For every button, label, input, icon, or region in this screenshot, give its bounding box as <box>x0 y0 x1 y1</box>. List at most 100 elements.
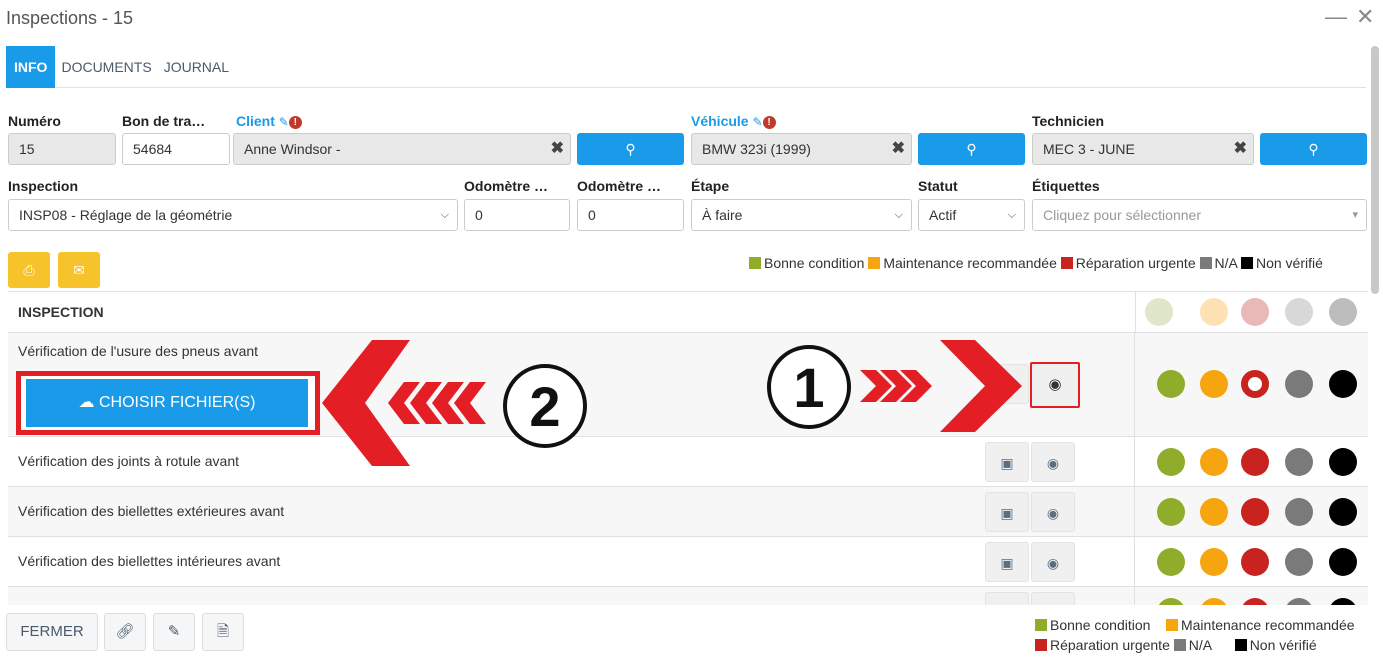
status-dot-maintenance[interactable] <box>1200 548 1228 576</box>
photo-button[interactable]: ◉ <box>1031 492 1075 532</box>
status-dot-urgent[interactable] <box>1241 548 1269 576</box>
status-dot-urgent-selected[interactable] <box>1241 370 1269 398</box>
status-dot-na[interactable] <box>1285 548 1313 576</box>
edit-button[interactable]: ✎ <box>153 613 195 651</box>
status-dot-maintenance-faded <box>1200 298 1228 326</box>
client-search-button[interactable]: ⚲ <box>577 133 684 165</box>
minimize-button[interactable]: — <box>1325 6 1347 28</box>
status-dot-unverified[interactable] <box>1329 548 1357 576</box>
status-dot-good[interactable] <box>1157 548 1185 576</box>
camera-button-highlighted[interactable]: ◉ <box>1030 362 1080 408</box>
etape-label: Étape <box>691 178 730 194</box>
edit-icon[interactable]: ✎ <box>279 115 289 129</box>
statut-select[interactable]: Actif ⌵ <box>918 199 1025 231</box>
vehicule-field[interactable]: BMW 323i (1999) ✖ <box>691 133 912 165</box>
legend-item: Réparation urgente <box>1035 637 1170 653</box>
etiquettes-placeholder: Cliquez pour sélectionner <box>1043 207 1201 223</box>
legend-label: Non vérifié <box>1249 637 1317 653</box>
search-icon: ⚲ <box>625 141 636 157</box>
status-dot-maintenance[interactable] <box>1200 448 1228 476</box>
etiquettes-select[interactable]: Cliquez pour sélectionner ▾ <box>1032 199 1367 231</box>
edit-icon[interactable]: ✎ <box>752 115 762 129</box>
close-window-button[interactable]: ✕ <box>1356 6 1374 28</box>
note-button[interactable]: ▣ <box>985 442 1029 482</box>
status-dot-good[interactable] <box>1157 498 1185 526</box>
numero-field[interactable]: 15 <box>8 133 116 165</box>
status-dot-good[interactable] <box>1157 370 1185 398</box>
client-value: Anne Windsor - <box>244 141 341 157</box>
tab-info[interactable]: INFO <box>6 46 56 88</box>
status-dot-unverified[interactable] <box>1329 370 1357 398</box>
status-dot-maintenance[interactable] <box>1200 598 1228 605</box>
legend-item: Non vérifié <box>1240 255 1323 271</box>
edit-icon: ✎ <box>167 623 181 640</box>
note-button[interactable]: ▣ <box>985 492 1029 532</box>
status-dot-na[interactable] <box>1285 598 1313 605</box>
inspection-label: Inspection <box>8 178 79 194</box>
clear-icon[interactable]: ✖ <box>1234 134 1247 164</box>
odometre-in-field[interactable]: 0 <box>464 199 570 231</box>
status-dot-good[interactable] <box>1157 448 1185 476</box>
table-row <box>8 587 1368 605</box>
status-dot-urgent[interactable] <box>1241 498 1269 526</box>
inspection-table: INSPECTION Vérification de l'usure des p… <box>8 291 1368 605</box>
status-dot-unverified[interactable] <box>1329 448 1357 476</box>
status-dot-urgent[interactable] <box>1241 448 1269 476</box>
etape-select[interactable]: À faire ⌵ <box>691 199 912 231</box>
link-icon: 🔗︎ <box>115 623 135 640</box>
link-button[interactable]: 🔗︎ <box>104 613 146 651</box>
status-dot-urgent[interactable] <box>1241 598 1269 605</box>
client-label[interactable]: Client ✎! <box>236 113 302 129</box>
print-button[interactable]: ⎙ <box>8 252 50 288</box>
legend-label: N/A <box>1214 255 1238 271</box>
scrollbar[interactable] <box>1371 46 1379 606</box>
legend-item: N/A <box>1199 255 1238 271</box>
client-field[interactable]: Anne Windsor - ✖ <box>233 133 571 165</box>
legend-swatch <box>1173 639 1186 651</box>
vehicule-search-button[interactable]: ⚲ <box>918 133 1025 165</box>
technicien-search-button[interactable]: ⚲ <box>1260 133 1367 165</box>
status-dot-maintenance[interactable] <box>1200 370 1228 398</box>
email-button[interactable]: ✉ <box>58 252 100 288</box>
legend-label: Bonne condition <box>764 255 865 271</box>
status-dot-unverified[interactable] <box>1329 498 1357 526</box>
inspection-window: Inspections - 15 — ✕ INFO DOCUMENTS JOUR… <box>0 0 1383 661</box>
vehicule-label[interactable]: Véhicule ✎! <box>691 113 776 129</box>
tab-documents[interactable]: DOCUMENTS <box>55 46 157 88</box>
scrollbar-thumb[interactable] <box>1371 46 1379 294</box>
legend-item: N/A <box>1173 637 1211 653</box>
table-header: INSPECTION <box>18 304 104 320</box>
note-button[interactable]: ▣ <box>985 364 1029 404</box>
photo-button[interactable] <box>1031 592 1075 605</box>
clear-icon[interactable]: ✖ <box>551 134 564 164</box>
clear-icon[interactable]: ✖ <box>892 134 905 164</box>
close-button[interactable]: FERMER <box>6 613 98 651</box>
status-dot-na[interactable] <box>1285 498 1313 526</box>
odometre-in-label: Odomètre … <box>464 178 549 194</box>
row-label: Vérification des biellettes extérieures … <box>18 503 285 519</box>
note-icon: ▣ <box>1000 377 1014 393</box>
choose-files-button[interactable]: ☁ CHOISIR FICHIER(S) <box>26 379 308 427</box>
legend-label: Non vérifié <box>1255 255 1323 271</box>
photo-button[interactable]: ◉ <box>1031 542 1075 582</box>
tab-journal[interactable]: JOURNAL <box>158 46 235 88</box>
status-dot-maintenance[interactable] <box>1200 498 1228 526</box>
pdf-button[interactable]: 🗎︎ <box>202 613 244 651</box>
photo-button[interactable]: ◉ <box>1031 442 1075 482</box>
table-row: Vérification des biellettes intérieures … <box>8 537 1368 587</box>
status-dot-good[interactable] <box>1157 598 1185 605</box>
legend-label: Réparation urgente <box>1075 255 1196 271</box>
note-button[interactable]: ▣ <box>985 542 1029 582</box>
technicien-field[interactable]: MEC 3 - JUNE ✖ <box>1032 133 1254 165</box>
bon-field[interactable]: 54684 <box>122 133 230 165</box>
status-dot-na[interactable] <box>1285 448 1313 476</box>
status-dot-unverified[interactable] <box>1329 598 1357 605</box>
odometre-out-field[interactable]: 0 <box>577 199 684 231</box>
chevron-down-icon: ⌵ <box>1007 209 1016 221</box>
status-dot-na-faded <box>1285 298 1313 326</box>
legend-item: Réparation urgente <box>1060 255 1196 271</box>
legend-label: Maintenance recommandée <box>883 255 1057 271</box>
note-button[interactable] <box>985 592 1029 605</box>
status-dot-na[interactable] <box>1285 370 1313 398</box>
inspection-select[interactable]: INSP08 - Réglage de la géométrie ⌵ <box>8 199 458 231</box>
